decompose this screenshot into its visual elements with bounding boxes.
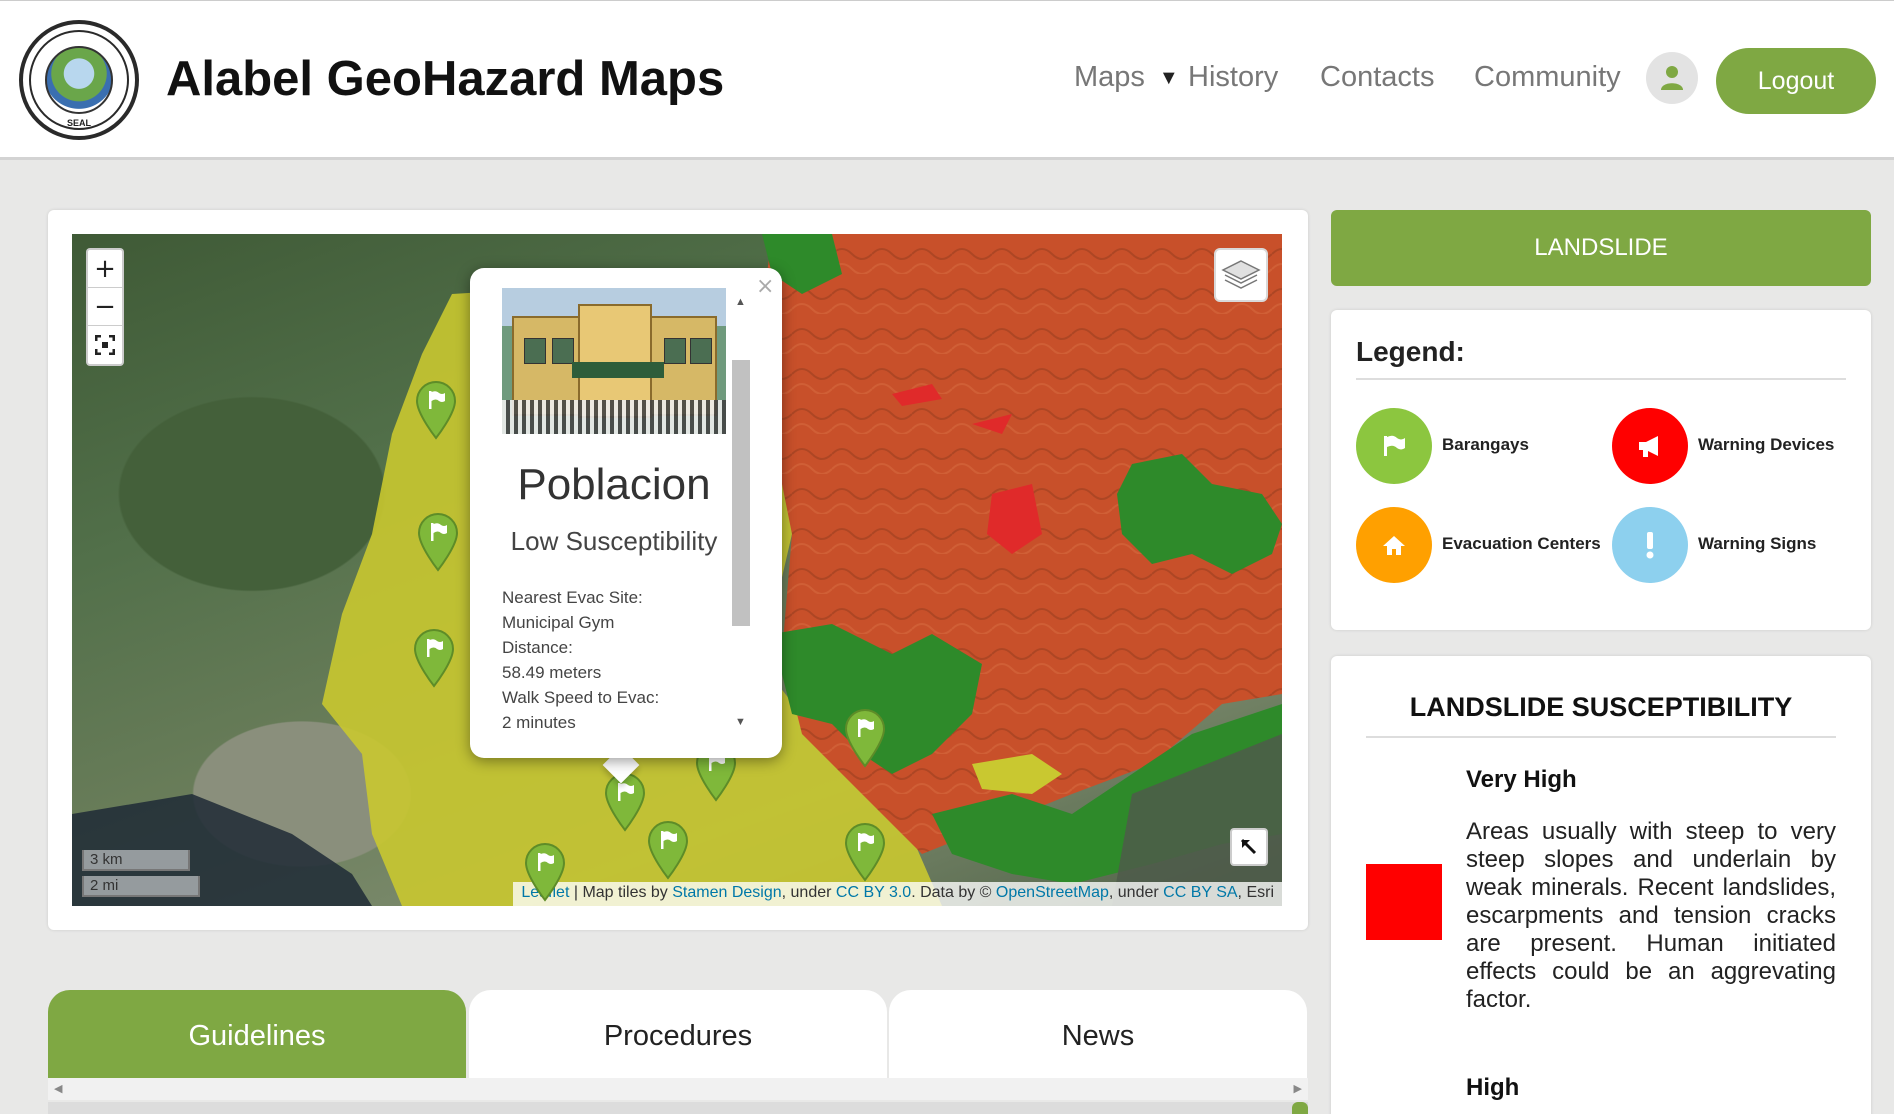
tab-guidelines[interactable]: Guidelines <box>48 990 466 1082</box>
attribution-text: , Esri <box>1237 884 1274 901</box>
cc-by-link[interactable]: CC BY 3.0 <box>836 884 911 901</box>
popup-barangay-name: Poblacion <box>517 460 711 509</box>
warning-signs-legend-icon <box>1612 507 1688 583</box>
exclamation-icon <box>1646 532 1654 559</box>
user-profile-button[interactable] <box>1646 52 1698 104</box>
osm-link[interactable]: OpenStreetMap <box>996 884 1109 901</box>
divider <box>1356 378 1846 380</box>
fullscreen-button[interactable] <box>88 326 122 364</box>
level-very-high: Very High <box>1466 766 1577 793</box>
scale-mi: 2 mi <box>82 876 200 897</box>
barangay-marker[interactable] <box>646 820 690 880</box>
susceptibility-title: LANDSLIDE SUSCEPTIBILITY <box>1409 692 1793 722</box>
popup-info-line: Distance: <box>502 638 573 657</box>
popup-info-line: Municipal Gym <box>502 613 615 632</box>
horizontal-scrollbar[interactable]: ◀ ▶ <box>48 1078 1308 1100</box>
flag-marker-icon <box>604 773 646 832</box>
fullscreen-icon <box>95 335 115 355</box>
legend-label-warning-signs: Warning Signs <box>1698 534 1817 553</box>
legend-label-warning-devices: Warning Devices <box>1698 435 1835 454</box>
flag-marker-icon <box>647 821 689 880</box>
barangay-marker[interactable] <box>843 822 887 882</box>
megaphone-icon <box>1639 436 1658 457</box>
expand-arrow-icon <box>1240 838 1257 855</box>
warning-devices-legend-icon <box>1612 408 1688 484</box>
barangay-marker[interactable] <box>523 842 567 902</box>
app-title: Alabel GeoHazard Maps <box>166 52 725 106</box>
flag-icon <box>1384 435 1405 456</box>
popup-info-line: Nearest Evac Site: <box>502 588 643 607</box>
attribution-text: | Map tiles by <box>569 884 673 901</box>
scroll-indicator <box>1292 1102 1308 1114</box>
map-attribution: Leaflet | Map tiles by Stamen Design, un… <box>513 882 1282 906</box>
expand-button[interactable] <box>1230 828 1268 866</box>
flag-marker-icon <box>844 709 886 768</box>
landslide-hazard-button[interactable]: LANDSLIDE <box>1331 210 1871 286</box>
flag-marker-icon <box>844 823 886 882</box>
popup-info-line: 2 minutes <box>502 713 576 732</box>
popup-info-line: 58.49 meters <box>502 663 602 682</box>
legend-title: Legend: <box>1356 336 1465 367</box>
flag-marker-icon <box>415 381 457 440</box>
tab-procedures[interactable]: Procedures <box>469 990 887 1082</box>
attribution-text: . Data by © <box>911 884 996 901</box>
nav-community[interactable]: Community <box>1474 61 1621 94</box>
popup-close-button[interactable]: × <box>756 274 774 299</box>
scroll-right-icon[interactable]: ▶ <box>1294 1082 1302 1095</box>
popup-susceptibility: Low Susceptibility <box>510 526 718 556</box>
seal-text: SEAL <box>66 118 91 128</box>
cc-by-sa-link[interactable]: CC BY SA <box>1163 884 1237 901</box>
nav-contacts[interactable]: Contacts <box>1320 61 1434 94</box>
zoom-in-button[interactable]: + <box>88 250 122 288</box>
user-icon <box>1661 66 1683 90</box>
legend-label-evacuation-centers: Evacuation Centers <box>1442 534 1601 553</box>
popup-scrollbar[interactable]: ▲ ▼ <box>730 292 752 736</box>
flag-marker-icon <box>413 629 455 688</box>
popup-info-line: Walk Speed to Evac: <box>502 688 660 707</box>
barangay-hall-photo <box>502 288 726 434</box>
zoom-out-button[interactable]: − <box>88 288 122 326</box>
attribution-text: , under <box>1108 884 1164 901</box>
municipal-seal-logo: SEAL <box>19 20 139 140</box>
nav-maps-label: Maps <box>1074 61 1145 93</box>
tab-news[interactable]: News <box>889 990 1307 1082</box>
logout-button[interactable]: Logout <box>1716 48 1876 114</box>
scale-km: 3 km <box>82 850 190 871</box>
barangay-marker[interactable] <box>603 772 647 832</box>
legend-label-barangays: Barangays <box>1442 435 1529 454</box>
layers-icon <box>1221 260 1261 289</box>
barangay-marker[interactable] <box>416 512 460 572</box>
layers-control-button[interactable] <box>1214 248 1268 302</box>
scroll-left-icon[interactable]: ◀ <box>54 1082 62 1095</box>
evacuation-centers-legend-icon <box>1356 507 1432 583</box>
level-very-high-description: Areas usually with steep to very steep s… <box>1466 818 1836 1013</box>
caret-down-icon: ▼ <box>1158 66 1179 89</box>
content-divider <box>48 1102 1308 1114</box>
home-icon <box>1383 536 1405 555</box>
very-high-color-swatch <box>1366 864 1442 940</box>
nav-history[interactable]: History <box>1188 61 1278 94</box>
stamen-link[interactable]: Stamen Design <box>672 884 781 901</box>
attribution-text: , under <box>781 884 836 901</box>
level-high: High <box>1466 1074 1520 1101</box>
barangays-legend-icon <box>1356 408 1432 484</box>
flag-marker-icon <box>417 513 459 572</box>
barangay-marker[interactable] <box>412 628 456 688</box>
divider <box>1366 736 1836 738</box>
barangay-marker[interactable] <box>843 708 887 768</box>
flag-marker-icon <box>524 843 566 902</box>
nav-maps-dropdown[interactable]: Maps ▼ <box>1074 61 1179 94</box>
zoom-controls: + − <box>86 248 124 366</box>
top-navbar: SEAL Alabel GeoHazard Maps Maps ▼ History… <box>0 0 1894 160</box>
barangay-marker[interactable] <box>414 380 458 440</box>
scroll-down-icon[interactable]: ▼ <box>735 716 746 728</box>
scroll-up-icon[interactable]: ▲ <box>735 296 746 308</box>
